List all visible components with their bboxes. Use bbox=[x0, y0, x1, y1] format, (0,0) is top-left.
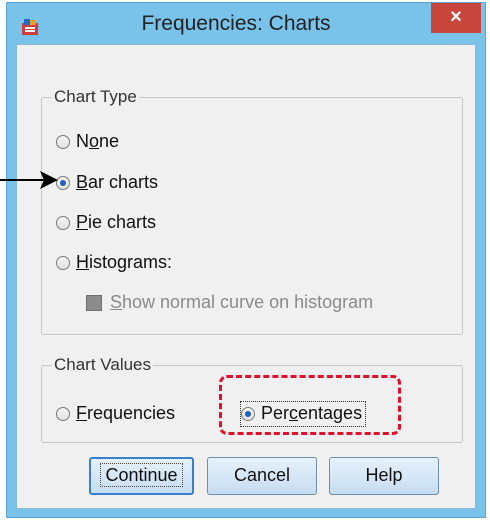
dialog-window: Frequencies: Charts × Chart Type None Ba… bbox=[6, 2, 486, 518]
continue-button[interactable]: Continue bbox=[89, 457, 194, 495]
title-bar[interactable]: Frequencies: Charts × bbox=[7, 3, 485, 43]
chart-type-legend: Chart Type bbox=[52, 87, 139, 107]
radio-pie-charts-icon bbox=[56, 216, 70, 230]
close-button[interactable]: × bbox=[431, 3, 481, 33]
checkbox-show-normal-curve[interactable]: Show normal curve on histogram bbox=[86, 291, 373, 313]
radio-bar-charts[interactable]: Bar charts bbox=[56, 171, 158, 193]
continue-button-label: Continue bbox=[100, 463, 183, 487]
annotation-highlight-box bbox=[219, 375, 401, 435]
radio-histograms[interactable]: Histograms: bbox=[56, 251, 172, 273]
spss-app-icon bbox=[22, 19, 38, 35]
radio-frequencies-icon bbox=[56, 407, 70, 421]
radio-frequencies[interactable]: Frequencies bbox=[56, 402, 175, 424]
cancel-button[interactable]: Cancel bbox=[207, 457, 317, 495]
dialog-client-area: Chart Type None Bar charts Pie charts Hi… bbox=[16, 44, 476, 509]
radio-histograms-icon bbox=[56, 256, 70, 270]
help-button[interactable]: Help bbox=[329, 457, 439, 495]
chart-values-legend: Chart Values bbox=[52, 355, 154, 375]
dialog-title: Frequencies: Charts bbox=[141, 12, 331, 35]
radio-none-icon bbox=[56, 135, 70, 149]
chart-type-group: Chart Type None Bar charts Pie charts Hi… bbox=[41, 87, 463, 335]
checkbox-show-normal-curve-icon bbox=[86, 295, 102, 311]
radio-pie-charts[interactable]: Pie charts bbox=[56, 211, 156, 233]
close-icon: × bbox=[450, 6, 462, 28]
annotation-arrow-icon bbox=[0, 171, 58, 189]
radio-none[interactable]: None bbox=[56, 130, 119, 152]
